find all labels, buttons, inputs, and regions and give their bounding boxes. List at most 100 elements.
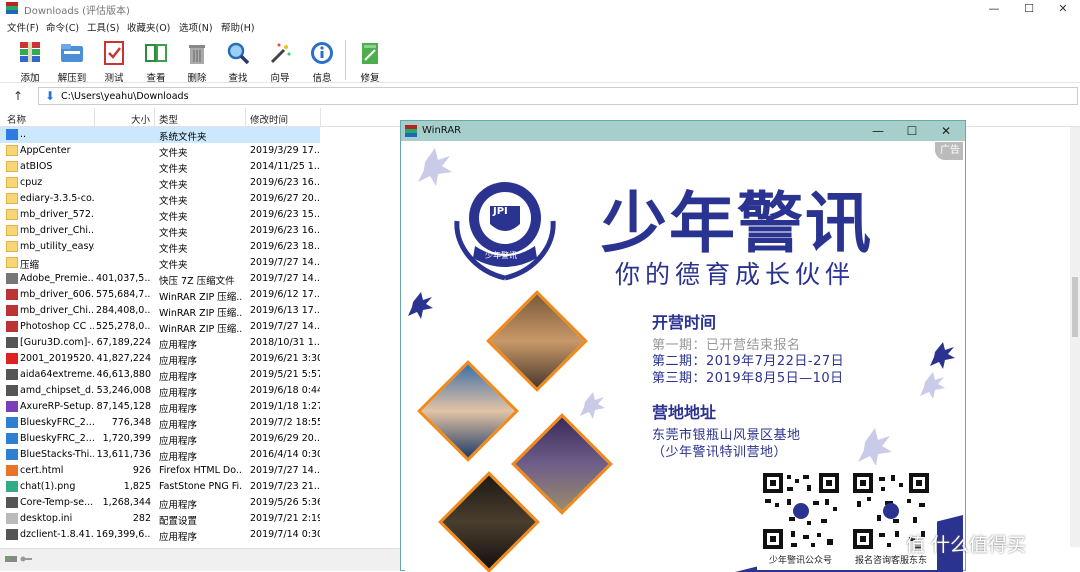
qr-code-1-icon[interactable] — [761, 471, 841, 551]
menu-options[interactable]: 选项(N) — [179, 20, 213, 34]
file-row[interactable]: .. 系统文件夹 — [0, 127, 320, 143]
file-row[interactable]: [Guru3D.com]-... 67,189,224 应用程序 2018/10/31… — [0, 335, 320, 351]
app-red-icon — [6, 353, 18, 364]
file-row[interactable]: Core-Temp-se... 1,268,344 应用程序 2019/5/26 5:… — [0, 495, 320, 511]
file-row[interactable]: desktop.ini 282 配置设置 2019/7/21 2:19 — [0, 511, 320, 527]
folder-icon — [6, 145, 18, 156]
scrollbar-thumb[interactable] — [1072, 277, 1078, 337]
menu-command[interactable]: 命令(C) — [46, 20, 79, 34]
file-type: 应用程序 — [159, 436, 198, 447]
image-icon — [6, 481, 18, 492]
popup-maximize-button[interactable]: ☐ — [897, 123, 927, 139]
winrar-icon — [6, 305, 18, 316]
file-row[interactable]: amd_chipset_d... 53,246,008 应用程序 2019/6/18 … — [0, 383, 320, 399]
close-button[interactable]: ✕ — [1040, 0, 1080, 17]
repair-button[interactable]: 修复 — [350, 39, 390, 84]
vertical-scrollbar[interactable] — [1070, 127, 1080, 547]
add-label: 添加 — [20, 73, 40, 84]
file-modified: 2019/6/12 17... — [250, 289, 320, 300]
file-row[interactable]: Photoshop CC ... 525,278,0... WinRAR ZIP 压… — [0, 319, 320, 335]
file-modified: 2016/4/14 0:30 — [250, 449, 320, 460]
menu-help[interactable]: 帮助(H) — [221, 20, 255, 34]
file-row[interactable]: atBIOS 文件夹 2014/11/25 1... — [0, 159, 320, 175]
file-type: Firefox HTML Do... — [159, 465, 243, 476]
column-name[interactable]: 名称 — [7, 112, 26, 126]
file-row[interactable]: cpuz 文件夹 2019/6/23 16... — [0, 175, 320, 191]
column-modified[interactable]: 修改时间 — [250, 112, 288, 126]
file-type: 文件夹 — [159, 212, 188, 223]
menu-tools[interactable]: 工具(S) — [87, 20, 119, 34]
column-size[interactable]: 大小 — [131, 112, 150, 126]
file-modified: 2018/10/31 1... — [250, 337, 320, 348]
file-row[interactable]: cert.html 926 Firefox HTML Do... 2019/7/27 … — [0, 463, 320, 479]
file-row[interactable]: mb_driver_572... 文件夹 2019/6/23 15... — [0, 207, 320, 223]
find-label: 查找 — [228, 73, 248, 84]
file-size: 13,611,736 — [96, 449, 151, 460]
file-type: WinRAR ZIP 压缩... — [159, 308, 243, 319]
html-icon — [6, 465, 18, 476]
ad-banner[interactable]: 广告 Since 2013 JPI 少年警讯 少年警讯 你的德育成长伙伴 开营时… — [405, 142, 963, 572]
file-size: 67,189,224 — [96, 337, 151, 348]
address-bar: ↑ ⬇ C:\Users\yeahu\Downloads — [0, 86, 1080, 106]
file-row[interactable]: 压缩 文件夹 2019/7/27 14... — [0, 255, 320, 271]
file-row[interactable]: Adobe_Premie... 401,037,5... 快压 7Z 压缩文件 201… — [0, 271, 320, 287]
file-size: 1,268,344 — [102, 497, 151, 508]
file-row[interactable]: BlueStacks-Thi... 13,611,736 应用程序 2016/4/14… — [0, 447, 320, 463]
winrar-window: Downloads (评估版本) — ☐ ✕ 文件(F) 命令(C) 工具(S)… — [0, 0, 1080, 572]
file-size: 401,037,5... — [96, 273, 151, 284]
down-arrow-icon: ⬇ — [45, 89, 56, 103]
file-modified: 2019/6/21 3:30 — [250, 353, 320, 364]
column-type[interactable]: 类型 — [159, 112, 178, 126]
file-type: 应用程序 — [159, 420, 198, 431]
file-modified: 2019/5/21 5:57 — [250, 369, 320, 380]
popup-close-button[interactable]: ✕ — [931, 123, 961, 139]
file-name: mb_utility_easy... — [20, 241, 94, 252]
file-type: 文件夹 — [159, 244, 188, 255]
delete-label: 删除 — [187, 73, 207, 84]
app-icon — [6, 369, 18, 380]
add-button[interactable]: 添加 — [10, 39, 50, 84]
up-arrow-icon[interactable]: ↑ — [10, 88, 26, 104]
file-type: WinRAR ZIP 压缩... — [159, 292, 243, 303]
test-button[interactable]: 测试 — [94, 39, 134, 84]
view-button[interactable]: 查看 — [136, 39, 176, 84]
file-row[interactable]: chat(1).png 1,825 FastStone PNG Fi... 2019/… — [0, 479, 320, 495]
site-watermark: 值 什么值得买 — [906, 534, 1027, 556]
file-type: 应用程序 — [159, 388, 198, 399]
file-name: chat(1).png — [20, 481, 76, 492]
file-row[interactable]: 2001_2019520... 41,827,224 应用程序 2019/6/21 3… — [0, 351, 320, 367]
badge-letters: JPI — [493, 206, 508, 217]
file-row[interactable]: mb_driver_Chi... 文件夹 2019/6/23 16... — [0, 223, 320, 239]
menu-favorites[interactable]: 收藏夹(O) — [127, 20, 170, 34]
file-row[interactable]: BlueskyFRC_2.... 776,348 应用程序 2019/7/2 18:5… — [0, 415, 320, 431]
file-modified: 2019/7/23 21... — [250, 481, 320, 492]
file-size: 1,720,399 — [102, 433, 151, 444]
file-row[interactable]: AppCenter 文件夹 2019/3/29 17... — [0, 143, 320, 159]
file-row[interactable]: dzclient-1.8.41... 169,399,6... 应用程序 2019/7… — [0, 527, 320, 543]
menu-file[interactable]: 文件(F) — [7, 20, 39, 34]
file-name: atBIOS — [20, 161, 53, 172]
file-name: .. — [20, 129, 27, 140]
police-badge-logo — [454, 182, 556, 281]
app-blue-icon — [6, 417, 18, 428]
period-3: 第三期：2019年8月5日—10日 — [652, 371, 844, 386]
info-button[interactable]: 信息 — [302, 39, 342, 84]
address-field[interactable]: ⬇ C:\Users\yeahu\Downloads — [38, 87, 1078, 105]
extract-to-button[interactable]: 解压到 — [52, 39, 92, 84]
file-row[interactable]: mb_utility_easy... 文件夹 2019/6/23 18... — [0, 239, 320, 255]
file-row[interactable]: BlueskyFRC_2.... 1,720,399 应用程序 2019/6/29 2… — [0, 431, 320, 447]
delete-button[interactable]: 删除 — [177, 39, 217, 84]
find-button[interactable]: 查找 — [218, 39, 258, 84]
repair-icon — [362, 43, 378, 64]
popup-minimize-button[interactable]: — — [863, 123, 893, 139]
file-row[interactable]: AxureRP-Setup... 87,145,128 应用程序 2019/1/18 … — [0, 399, 320, 415]
file-row[interactable]: ediary-3.3.5-co... 文件夹 2019/6/27 20... — [0, 191, 320, 207]
file-row[interactable]: aida64extreme... 46,613,880 应用程序 2019/5/21 … — [0, 367, 320, 383]
file-modified: 2019/7/2 18:55 — [250, 417, 320, 428]
file-name: Core-Temp-se... — [20, 497, 94, 508]
wizard-button[interactable]: 向导 — [260, 39, 300, 84]
drive-icon — [5, 556, 17, 562]
file-row[interactable]: mb_driver_606... 575,684,7... WinRAR ZIP 压… — [0, 287, 320, 303]
file-row[interactable]: mb_driver_Chi... 284,408,0... WinRAR ZIP 压… — [0, 303, 320, 319]
file-name: desktop.ini — [20, 513, 73, 524]
